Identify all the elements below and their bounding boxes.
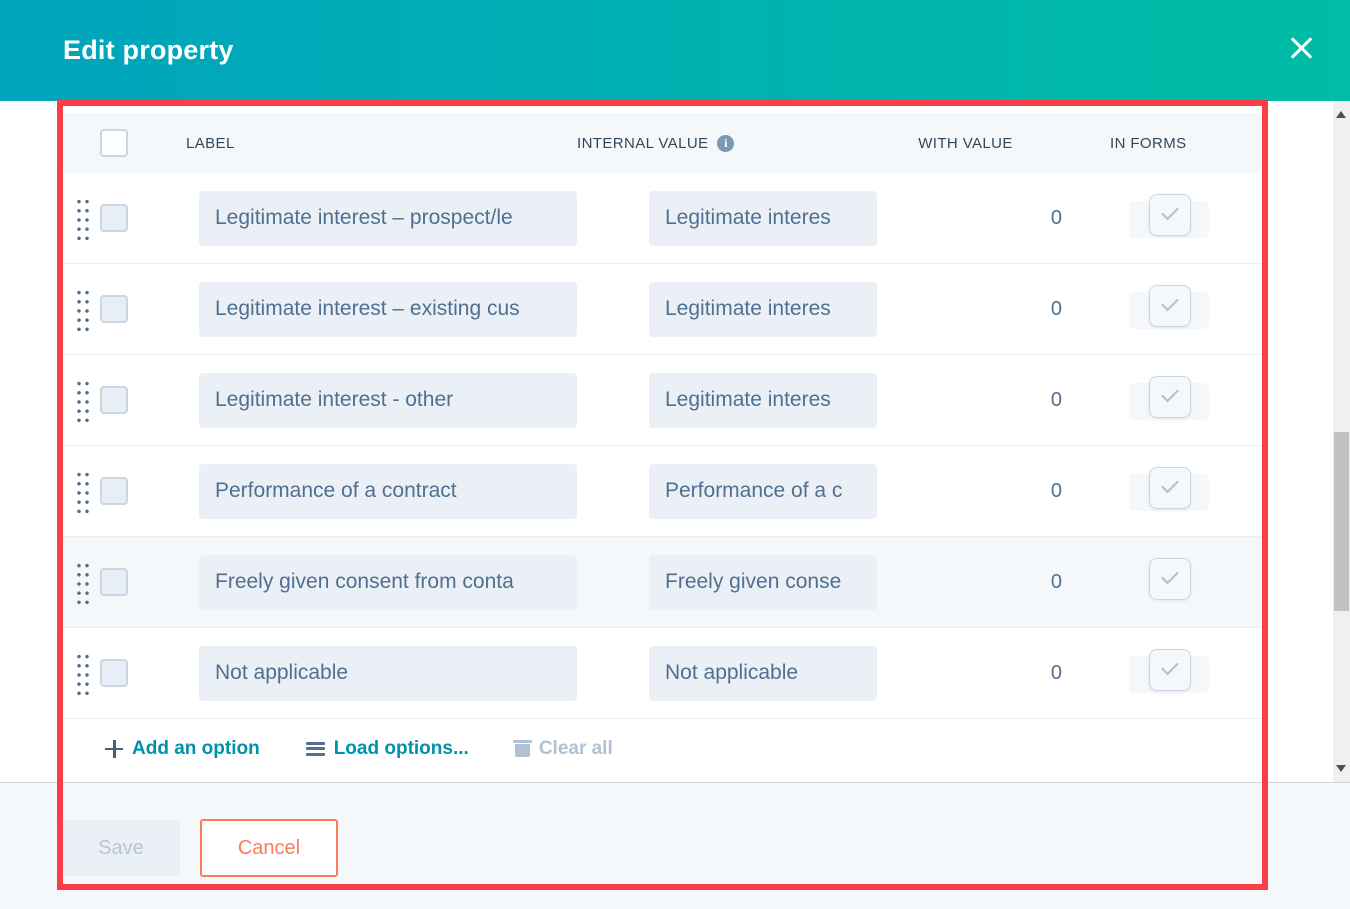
select-all-checkbox[interactable] bbox=[100, 129, 128, 157]
in-forms-cell bbox=[1110, 646, 1268, 701]
row-checkbox[interactable] bbox=[100, 204, 128, 232]
with-value-count: 0 bbox=[1050, 206, 1062, 229]
plus-icon bbox=[105, 739, 123, 758]
option-row: Not applicable Not applicable 0 bbox=[63, 628, 1268, 719]
checkmark-icon bbox=[1161, 657, 1179, 675]
option-row: Freely given consent from conta Freely g… bbox=[63, 537, 1268, 628]
option-row: Performance of a contract Performance of… bbox=[63, 446, 1268, 537]
option-internal-value-input[interactable]: Legitimate interes bbox=[649, 281, 877, 337]
option-label-text: Legitimate interest - other bbox=[215, 388, 454, 411]
in-forms-checkbox[interactable] bbox=[1149, 375, 1191, 418]
option-label-input[interactable]: Not applicable bbox=[199, 645, 577, 701]
option-actions-row: Add an option Load options... Clear all bbox=[63, 719, 1268, 778]
column-header-label: LABEL bbox=[186, 134, 235, 152]
option-label-text: Legitimate interest – prospect/le bbox=[215, 206, 513, 229]
save-button[interactable]: Save bbox=[62, 820, 180, 876]
row-checkbox[interactable] bbox=[100, 386, 128, 414]
row-checkbox[interactable] bbox=[100, 295, 128, 323]
in-forms-cell bbox=[1110, 464, 1268, 519]
options-table: LABEL INTERNAL VALUE i WITH VALUE IN FOR… bbox=[63, 113, 1268, 778]
option-label-text: Freely given consent from conta bbox=[215, 570, 514, 593]
option-label-input[interactable]: Legitimate interest – existing cus bbox=[199, 281, 577, 337]
drag-handle-icon[interactable] bbox=[75, 468, 90, 514]
option-row: Legitimate interest – existing cus Legit… bbox=[63, 264, 1268, 355]
option-label-text: Performance of a contract bbox=[215, 479, 457, 502]
checkmark-icon bbox=[1161, 293, 1179, 311]
load-options-label: Load options... bbox=[333, 737, 469, 759]
list-icon bbox=[305, 741, 325, 756]
info-icon[interactable]: i bbox=[717, 134, 735, 152]
with-value-count: 0 bbox=[1050, 661, 1062, 684]
column-header-in-forms: IN FORMS bbox=[1110, 134, 1187, 152]
option-row: Legitimate interest - other Legitimate i… bbox=[63, 355, 1268, 446]
with-value-count: 0 bbox=[1050, 479, 1062, 502]
option-row: Legitimate interest – prospect/le Legiti… bbox=[63, 173, 1268, 264]
in-forms-cell bbox=[1110, 555, 1268, 610]
option-internal-value-input[interactable]: Legitimate interes bbox=[649, 190, 877, 246]
drag-handle-icon[interactable] bbox=[75, 195, 90, 241]
in-forms-cell bbox=[1110, 191, 1268, 246]
row-checkbox[interactable] bbox=[100, 477, 128, 505]
in-forms-cell bbox=[1110, 373, 1268, 428]
with-value-count: 0 bbox=[1050, 388, 1062, 411]
modal-body: LABEL INTERNAL VALUE i WITH VALUE IN FOR… bbox=[0, 101, 1333, 782]
option-internal-value-input[interactable]: Performance of a c bbox=[649, 463, 877, 519]
cancel-button[interactable]: Cancel bbox=[200, 819, 338, 877]
option-internal-value-text: Performance of a c bbox=[665, 479, 843, 502]
column-header-with-value: WITH VALUE bbox=[918, 134, 1013, 152]
option-internal-value-input[interactable]: Freely given conse bbox=[649, 554, 877, 610]
load-options-button[interactable]: Load options... bbox=[305, 737, 469, 760]
modal-header: Edit property bbox=[0, 0, 1350, 101]
with-value-count: 0 bbox=[1050, 297, 1062, 320]
scrollbar-thumb[interactable] bbox=[1334, 432, 1349, 611]
option-internal-value-text: Legitimate interes bbox=[665, 206, 831, 229]
in-forms-checkbox[interactable] bbox=[1149, 466, 1191, 509]
in-forms-checkbox[interactable] bbox=[1149, 193, 1191, 236]
drag-handle-icon[interactable] bbox=[75, 286, 90, 332]
clear-all-label: Clear all bbox=[538, 737, 613, 759]
modal-footer: Save Cancel bbox=[0, 783, 1350, 909]
option-label-input[interactable]: Legitimate interest - other bbox=[199, 372, 577, 428]
table-header-row: LABEL INTERNAL VALUE i WITH VALUE IN FOR… bbox=[63, 113, 1268, 173]
option-internal-value-text: Legitimate interes bbox=[665, 297, 831, 320]
in-forms-checkbox[interactable] bbox=[1149, 557, 1191, 600]
close-icon[interactable] bbox=[1287, 34, 1315, 62]
drag-handle-icon[interactable] bbox=[75, 559, 90, 605]
column-header-internal-value-text: INTERNAL VALUE bbox=[577, 134, 709, 152]
option-internal-value-text: Legitimate interes bbox=[665, 388, 831, 411]
checkmark-icon bbox=[1161, 384, 1179, 402]
add-option-button[interactable]: Add an option bbox=[105, 738, 260, 760]
row-checkbox[interactable] bbox=[100, 659, 128, 687]
checkmark-icon bbox=[1161, 475, 1179, 493]
option-label-text: Legitimate interest – existing cus bbox=[215, 297, 520, 320]
checkmark-icon bbox=[1161, 566, 1179, 584]
option-internal-value-text: Not applicable bbox=[665, 661, 799, 684]
scrollbar[interactable] bbox=[1333, 101, 1350, 782]
with-value-count: 0 bbox=[1050, 570, 1062, 593]
option-internal-value-input[interactable]: Not applicable bbox=[649, 645, 877, 701]
drag-handle-icon[interactable] bbox=[75, 650, 90, 696]
trash-icon bbox=[512, 740, 532, 757]
in-forms-cell bbox=[1110, 282, 1268, 337]
scroll-down-icon[interactable] bbox=[1336, 765, 1346, 772]
in-forms-checkbox[interactable] bbox=[1149, 284, 1191, 327]
in-forms-checkbox[interactable] bbox=[1149, 648, 1191, 691]
clear-all-button[interactable]: Clear all bbox=[512, 737, 613, 760]
option-internal-value-text: Freely given conse bbox=[665, 570, 842, 593]
option-internal-value-input[interactable]: Legitimate interes bbox=[649, 372, 877, 428]
option-label-text: Not applicable bbox=[215, 661, 349, 684]
column-header-internal-value: INTERNAL VALUE i bbox=[577, 134, 819, 152]
drag-handle-icon[interactable] bbox=[75, 377, 90, 423]
option-label-input[interactable]: Legitimate interest – prospect/le bbox=[199, 190, 577, 246]
checkmark-icon bbox=[1161, 202, 1179, 220]
add-option-label: Add an option bbox=[132, 737, 260, 759]
scroll-up-icon[interactable] bbox=[1336, 111, 1346, 118]
option-label-input[interactable]: Freely given consent from conta bbox=[199, 554, 577, 610]
row-checkbox[interactable] bbox=[100, 568, 128, 596]
option-label-input[interactable]: Performance of a contract bbox=[199, 463, 577, 519]
page-title: Edit property bbox=[63, 35, 234, 65]
